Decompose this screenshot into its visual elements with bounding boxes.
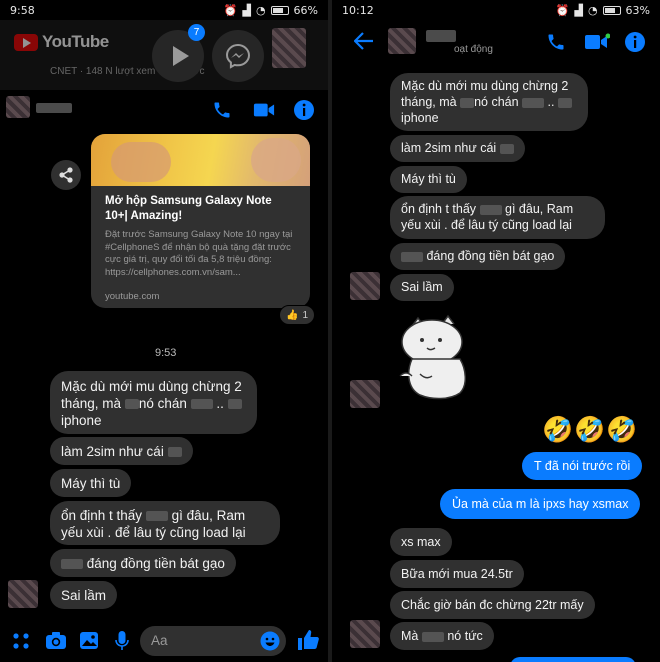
redacted-text [522, 97, 545, 108]
youtube-play-icon [14, 33, 38, 51]
message-input[interactable]: Aa [140, 626, 286, 656]
redacted-text [460, 97, 475, 108]
chathead-badge: 7 [188, 24, 205, 41]
microphone-icon[interactable] [115, 630, 129, 652]
left-screenshot: 9:58 ⏰ ▟ ◔ 66% YouTube CNET · 148 N lượt… [0, 0, 328, 662]
youtube-logo: YouTube [14, 32, 109, 52]
sender-avatar[interactable] [350, 380, 380, 408]
redacted-text [167, 447, 182, 458]
sender-avatar[interactable] [350, 272, 380, 300]
contact-name-redacted [36, 103, 72, 113]
message-bubble[interactable]: Bữa mới mua 24.5tr [390, 560, 524, 588]
play-icon [172, 46, 189, 66]
message-bubble[interactable]: đáng đồng tiền bát gạo [390, 243, 566, 270]
message-bubble[interactable]: Mặc dù mới mu dùng chừng 2 tháng, mà nó … [50, 371, 257, 434]
redacted-text [190, 399, 213, 410]
contact-avatar[interactable] [6, 96, 30, 118]
message-bubble[interactable]: xs max [390, 528, 452, 556]
video-call-icon[interactable] [253, 101, 275, 119]
message-bubble[interactable]: Máy thì tù [390, 166, 467, 193]
message-bubble[interactable]: Mặc dù mới mu dùng chừng 2 tháng, mà nó … [390, 73, 588, 131]
back-arrow-icon[interactable] [354, 32, 374, 50]
info-icon[interactable] [624, 31, 646, 53]
wifi-icon: ◔ [587, 3, 598, 17]
status-icons: ⏰ ▟ ◔ 63% [556, 4, 650, 17]
battery-level: 63% [625, 3, 650, 17]
phone-icon[interactable] [546, 32, 566, 52]
redacted-text [557, 97, 572, 108]
message-bubble[interactable]: Sai lầm [50, 581, 118, 609]
messenger-icon [225, 43, 251, 69]
message-input-placeholder: Aa [151, 633, 168, 648]
status-icons: ⏰ ▟ ◔ 66% [224, 4, 318, 17]
composer-bar: Aa [0, 620, 328, 662]
battery-level: 66% [293, 3, 318, 17]
share-button[interactable] [51, 160, 81, 190]
thumbs-up-reaction-icon: 👍 [286, 309, 299, 321]
sent-message-bubble[interactable]: Ủa mà của m là ipxs hay xsmax [440, 489, 641, 519]
link-description: Đặt trước Samsung Galaxy Note 10 ngay tạ… [105, 229, 293, 278]
status-bar: 10:12 ⏰ ▟ ◔ 63% [332, 0, 660, 20]
status-time: 10:12 [342, 3, 374, 17]
thumbs-up-icon[interactable] [297, 629, 319, 651]
wifi-icon: ◔ [255, 3, 266, 17]
redacted-text [145, 511, 168, 522]
link-thumbnail [91, 134, 310, 186]
info-icon[interactable] [293, 99, 315, 121]
chat-header [0, 90, 328, 130]
link-preview-card[interactable]: Mở hộp Samsung Galaxy Note 10+| Amazing!… [91, 134, 310, 308]
status-bar: 9:58 ⏰ ▟ ◔ 66% [0, 0, 328, 20]
laugh-emojis[interactable]: 🤣🤣🤣 [542, 416, 638, 445]
message-bubble[interactable]: làm 2sim như cái [50, 437, 193, 465]
redacted-text [227, 399, 242, 410]
sender-avatar[interactable] [8, 580, 38, 608]
signal-icon: ▟ [574, 3, 583, 17]
message-bubble[interactable]: ổn định t thấy gì đâu, Ram yếu xùi . để … [390, 196, 605, 239]
gallery-icon[interactable] [79, 631, 99, 650]
message-bubble[interactable]: Máy thì tù [50, 469, 132, 497]
battery-icon [602, 5, 621, 15]
link-domain: youtube.com [105, 291, 160, 302]
sent-message-bubble[interactable]: T đã nói trước rồi [522, 452, 643, 480]
camera-icon[interactable] [45, 631, 67, 650]
chathead-avatar[interactable] [272, 28, 306, 68]
message-bubble[interactable]: Chắc giờ bán đc chừng 22tr mấy [390, 591, 595, 619]
timestamp: 9:53 [155, 347, 177, 359]
chathead-messenger[interactable] [212, 30, 264, 82]
alarm-icon: ⏰ [555, 3, 570, 17]
contact-name-redacted [426, 30, 456, 42]
sender-avatar[interactable] [350, 620, 380, 648]
redacted-text [421, 631, 444, 642]
cat-sticker-icon [399, 314, 466, 400]
redacted-text [124, 399, 139, 410]
message-bubble[interactable]: làm 2sim như cái [390, 135, 525, 162]
battery-icon [270, 5, 289, 15]
message-bubble[interactable]: đáng đồng tiền bát gạo [50, 549, 236, 577]
alarm-icon: ⏰ [223, 3, 238, 17]
redacted-text [499, 143, 514, 154]
emoji-icon[interactable] [260, 631, 280, 651]
phone-icon[interactable] [212, 100, 232, 120]
signal-icon: ▟ [242, 3, 251, 17]
video-call-icon[interactable] [584, 33, 610, 51]
sent-message-bubble-partial[interactable] [510, 657, 636, 662]
message-bubble[interactable]: Mà nó tức [390, 622, 494, 650]
message-bubble[interactable]: ổn định t thấy gì đâu, Ram yếu xùi . để … [50, 501, 280, 545]
redacted-text [479, 204, 502, 215]
redacted-text [401, 251, 423, 262]
message-bubble[interactable]: Sai lầm [390, 274, 454, 301]
status-time: 9:58 [10, 3, 35, 17]
share-icon [59, 167, 73, 183]
contact-avatar[interactable] [388, 28, 416, 54]
right-screenshot: 10:12 ⏰ ▟ ◔ 63% oạt động Mặc dù mới mu d… [332, 0, 660, 662]
redacted-text [61, 559, 83, 570]
apps-grid-icon[interactable] [12, 632, 30, 650]
chat-header: oạt động [332, 20, 660, 64]
sticker[interactable] [398, 314, 472, 404]
reaction-badge[interactable]: 👍 1 [279, 305, 316, 325]
active-status: oạt động [454, 44, 493, 55]
link-title: Mở hộp Samsung Galaxy Note 10+| Amazing! [105, 195, 272, 222]
